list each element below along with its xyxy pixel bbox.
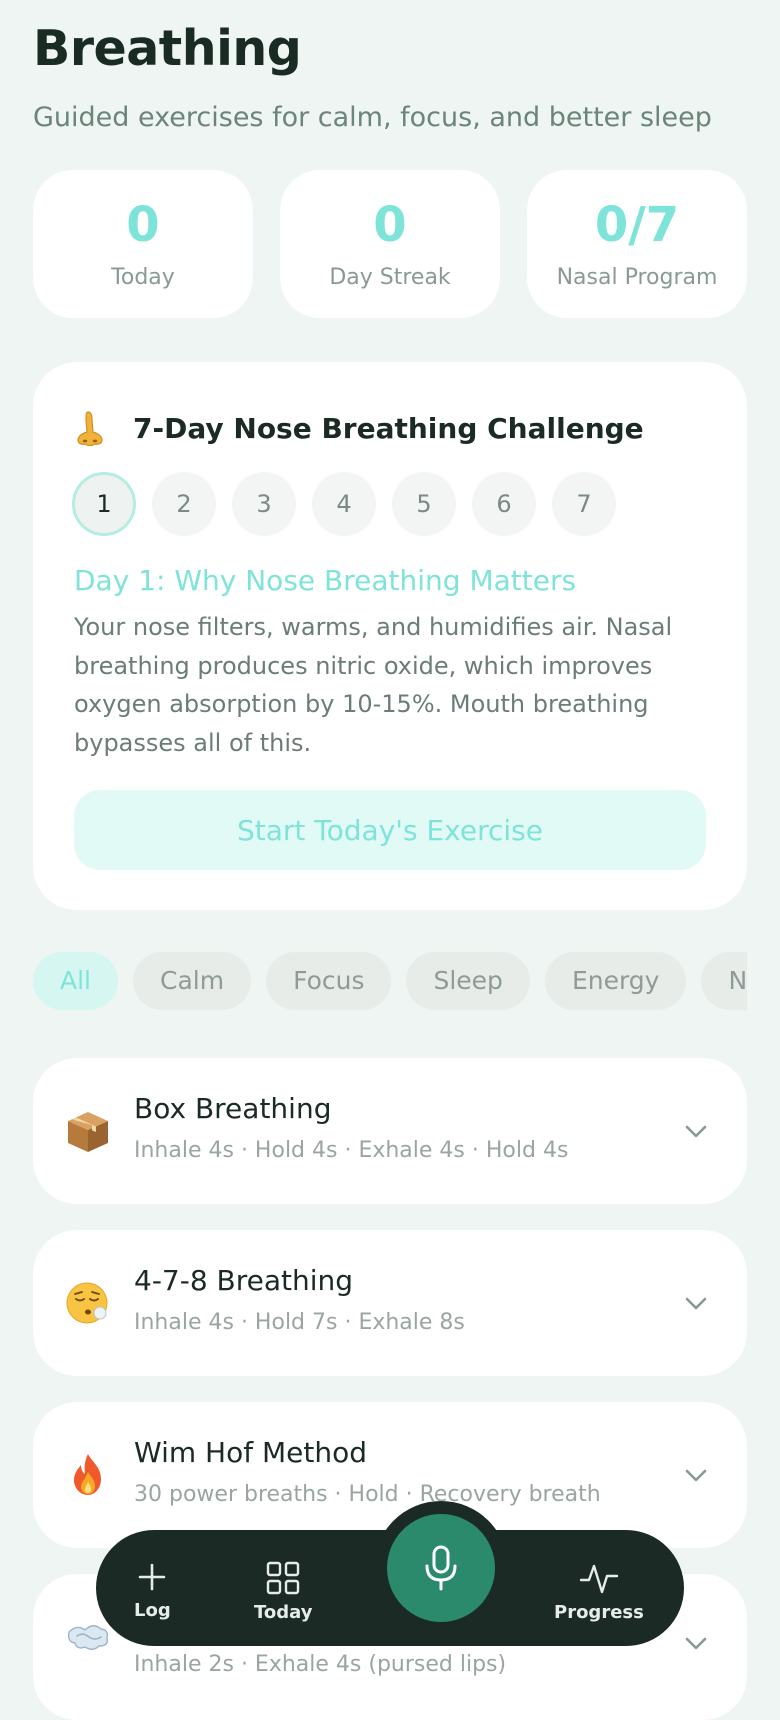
- fire-icon: [74, 1454, 101, 1495]
- plus-icon: [139, 1563, 166, 1591]
- nav-progress-label: Progress: [554, 1602, 644, 1623]
- exercise-subtitle: Inhale 2s · Exhale 4s (pursed lips): [134, 1652, 507, 1677]
- bottom-nav: Log Today Progress: [96, 1501, 684, 1646]
- filter-nasal[interactable]: Na: [701, 952, 747, 1010]
- day-4-button[interactable]: 4: [312, 472, 376, 536]
- nose-icon: [77, 411, 103, 446]
- challenge-header: 7-Day Nose Breathing Challenge: [75, 410, 644, 446]
- exercise-title: Box Breathing: [134, 1092, 332, 1125]
- activity-icon: [579, 1564, 619, 1594]
- exercise-subtitle: Inhale 4s · Hold 4s · Exhale 4s · Hold 4…: [134, 1138, 569, 1163]
- stat-value: 0/7: [594, 196, 680, 253]
- sleepy-face-icon: [66, 1282, 108, 1324]
- exercise-subtitle: Inhale 4s · Hold 7s · Exhale 8s: [134, 1310, 465, 1335]
- day-2-button[interactable]: 2: [152, 472, 216, 536]
- stats-row: 0 Today 0 Day Streak 0/7 Nasal Program: [33, 170, 747, 318]
- stat-value: 0: [373, 196, 407, 253]
- exercise-title: Wim Hof Method: [134, 1436, 367, 1469]
- chevron-down-icon[interactable]: [681, 1116, 711, 1146]
- exercise-478-breathing[interactable]: 4-7-8 Breathing Inhale 4s · Hold 7s · Ex…: [33, 1230, 747, 1376]
- stat-value: 0: [126, 196, 160, 253]
- stat-today: 0 Today: [33, 170, 253, 318]
- day-6-button[interactable]: 6: [472, 472, 536, 536]
- filter-sleep[interactable]: Sleep: [406, 952, 530, 1010]
- filter-energy[interactable]: Energy: [544, 952, 687, 1010]
- page-subtitle: Guided exercises for calm, focus, and be…: [33, 102, 712, 133]
- chevron-down-icon[interactable]: [681, 1460, 711, 1490]
- nav-log-label: Log: [134, 1600, 171, 1621]
- exercise-subtitle: 30 power breaths · Hold · Recovery breat…: [134, 1482, 601, 1507]
- start-exercise-button[interactable]: Start Today's Exercise: [74, 790, 706, 870]
- exercise-box-breathing[interactable]: Box Breathing Inhale 4s · Hold 4s · Exha…: [33, 1058, 747, 1204]
- challenge-description: Your nose filters, warms, and humidifies…: [74, 613, 673, 757]
- challenge-title: 7-Day Nose Breathing Challenge: [133, 411, 644, 445]
- page-header: Breathing Guided exercises for calm, foc…: [33, 18, 712, 134]
- nav-today-label: Today: [254, 1602, 313, 1623]
- day-7-button[interactable]: 7: [552, 472, 616, 536]
- package-icon: [68, 1112, 108, 1152]
- microphone-icon: [425, 1545, 457, 1591]
- challenge-day-title: Day 1: Why Nose Breathing Matters: [74, 564, 577, 597]
- day-5-button[interactable]: 5: [392, 472, 456, 536]
- day-selector: 1 2 3 4 5 6 7: [72, 472, 632, 536]
- stat-label: Day Streak: [329, 264, 451, 290]
- exercise-title: 4-7-8 Breathing: [134, 1264, 354, 1297]
- nav-progress[interactable]: Progress: [554, 1560, 644, 1623]
- stat-nasal-program: 0/7 Nasal Program: [527, 170, 747, 318]
- day-1-button[interactable]: 1: [72, 472, 136, 536]
- grid-icon: [267, 1561, 300, 1595]
- nav-log[interactable]: Log: [134, 1560, 171, 1621]
- stat-label: Today: [111, 264, 175, 290]
- filter-calm[interactable]: Calm: [133, 952, 252, 1010]
- chevron-down-icon[interactable]: [681, 1288, 711, 1318]
- category-filters: All CalmFocusSleepEnergyNa: [33, 952, 747, 1010]
- day-3-button[interactable]: 3: [232, 472, 296, 536]
- page-title: Breathing: [33, 20, 302, 77]
- stat-day-streak: 0 Day Streak: [280, 170, 500, 318]
- nose-challenge-card: 7-Day Nose Breathing Challenge 1 2 3 4 5…: [33, 362, 747, 910]
- chevron-down-icon[interactable]: [681, 1628, 711, 1658]
- voice-record-button[interactable]: [387, 1514, 495, 1622]
- nav-today[interactable]: Today: [254, 1560, 312, 1623]
- filter-focus[interactable]: Focus: [266, 952, 392, 1010]
- filter-all[interactable]: All: [33, 952, 118, 1010]
- stat-label: Nasal Program: [556, 264, 718, 290]
